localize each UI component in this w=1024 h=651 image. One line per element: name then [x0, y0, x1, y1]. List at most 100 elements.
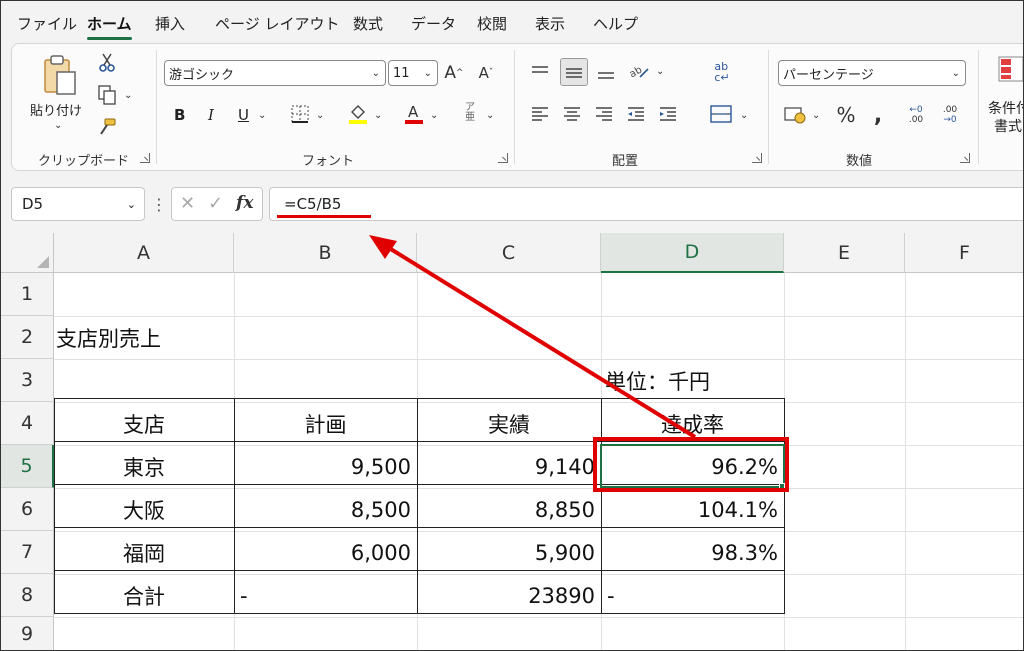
chevron-down-icon[interactable]: ⌄	[486, 110, 494, 121]
font-color-icon[interactable]: A	[402, 100, 426, 126]
table-cell[interactable]: 6,000	[234, 531, 417, 574]
select-all-corner[interactable]	[1, 233, 54, 273]
chevron-down-icon[interactable]: ⌄	[258, 110, 266, 121]
tab-data[interactable]: データ	[411, 13, 456, 34]
table-cell[interactable]: -	[234, 574, 417, 617]
grow-font-icon[interactable]: A ^	[442, 60, 466, 86]
row-header-2[interactable]: 2	[1, 316, 54, 359]
table-cell[interactable]: -	[601, 574, 784, 617]
table-cell[interactable]: 9,500	[234, 445, 417, 488]
increase-decimal-icon[interactable]: ←0.00	[902, 102, 930, 128]
column-header-d[interactable]: D	[601, 233, 784, 273]
cut-icon[interactable]	[96, 52, 118, 74]
row-header-5[interactable]: 5	[1, 445, 54, 488]
italic-button[interactable]: I	[208, 106, 214, 124]
font-name-select[interactable]: 游ゴシック ⌄	[164, 60, 386, 86]
tab-insert[interactable]: 挿入	[155, 13, 185, 34]
comma-style-icon[interactable]: ,	[868, 102, 888, 128]
insert-function-icon[interactable]: fx	[236, 193, 253, 213]
column-header-c[interactable]: C	[417, 233, 601, 273]
tab-review[interactable]: 校閲	[477, 13, 507, 34]
borders-icon[interactable]	[288, 102, 312, 126]
table-cell[interactable]: 9,140	[417, 445, 601, 488]
table-cell[interactable]: 23890	[417, 574, 601, 617]
worksheet-grid[interactable]: A B C D E F 1 2 3 4 5 6 7 8 9 支店別売上 単位：千…	[1, 233, 1023, 650]
align-center-icon[interactable]	[560, 102, 584, 126]
unit-label[interactable]: 単位：千円	[601, 359, 801, 402]
align-right-icon[interactable]	[592, 102, 616, 126]
more-options-icon[interactable]: ⋮	[151, 195, 167, 214]
enter-icon[interactable]: ✓	[208, 193, 223, 214]
underline-button[interactable]: U	[238, 106, 249, 124]
bold-button[interactable]: B	[174, 106, 185, 124]
font-size-select[interactable]: 11 ⌄	[388, 60, 438, 86]
number-format-select[interactable]: パーセンテージ ⌄	[778, 60, 966, 86]
row-header-7[interactable]: 7	[1, 531, 54, 574]
align-left-icon[interactable]	[528, 102, 552, 126]
decrease-indent-icon[interactable]	[624, 102, 648, 126]
conditional-formatting-label[interactable]: 条件付	[988, 98, 1023, 118]
decrease-decimal-icon[interactable]: .00 →0	[936, 102, 964, 128]
tab-view[interactable]: 表示	[535, 13, 565, 34]
row-header-9[interactable]: 9	[1, 617, 54, 650]
cancel-icon[interactable]: ✕	[180, 193, 195, 214]
clipboard-launcher-icon[interactable]	[140, 153, 150, 163]
number-launcher-icon[interactable]	[960, 153, 970, 163]
table-cell[interactable]: 合計	[54, 574, 234, 617]
chevron-down-icon[interactable]: ⌄	[656, 66, 664, 77]
tab-file[interactable]: ファイル	[17, 13, 77, 34]
column-header-b[interactable]: B	[234, 233, 417, 273]
fill-color-icon[interactable]	[346, 100, 370, 126]
row-header-1[interactable]: 1	[1, 273, 54, 316]
chevron-down-icon[interactable]: ⌄	[374, 110, 382, 121]
column-header-a[interactable]: A	[54, 233, 234, 273]
wrap-text-icon[interactable]: ab c↵	[708, 58, 736, 86]
table-cell[interactable]: 福岡	[54, 531, 234, 574]
percent-style-icon[interactable]: %	[834, 102, 858, 128]
sheet-title[interactable]: 支店別売上	[54, 316, 354, 359]
table-cell[interactable]: 104.1%	[601, 488, 784, 531]
table-header-actual[interactable]: 実績	[417, 402, 601, 445]
row-header-3[interactable]: 3	[1, 359, 54, 402]
tab-help[interactable]: ヘルプ	[593, 13, 638, 34]
name-box[interactable]: D5 ⌄	[11, 187, 145, 221]
conditional-formatting-label-2[interactable]: 書式	[994, 116, 1022, 136]
align-bottom-icon[interactable]	[594, 60, 618, 84]
table-cell[interactable]: 8,850	[417, 488, 601, 531]
chevron-down-icon[interactable]: ⌄	[740, 110, 748, 121]
table-header-plan[interactable]: 計画	[234, 402, 417, 445]
accounting-format-icon[interactable]	[782, 104, 808, 126]
row-header-4[interactable]: 4	[1, 402, 54, 445]
column-header-e[interactable]: E	[784, 233, 905, 273]
tab-formulas[interactable]: 数式	[353, 13, 383, 34]
chevron-down-icon[interactable]: ⌄	[812, 110, 820, 121]
formula-input[interactable]: =C5/B5	[269, 187, 1023, 221]
row-header-6[interactable]: 6	[1, 488, 54, 531]
column-header-f[interactable]: F	[905, 233, 1023, 273]
chevron-down-icon[interactable]: ⌄	[316, 110, 324, 121]
merge-center-icon[interactable]	[708, 102, 734, 126]
conditional-formatting-icon[interactable]	[996, 54, 1023, 84]
orientation-icon[interactable]: ab	[626, 60, 652, 84]
table-cell[interactable]: 5,900	[417, 531, 601, 574]
phonetic-guide-icon[interactable]: ア亜	[458, 100, 482, 126]
copy-icon[interactable]	[96, 84, 118, 106]
increase-indent-icon[interactable]	[656, 102, 680, 126]
row-header-8[interactable]: 8	[1, 574, 54, 617]
table-header-branch[interactable]: 支店	[54, 402, 234, 445]
table-cell[interactable]: 大阪	[54, 488, 234, 531]
tab-home[interactable]: ホーム	[87, 13, 132, 40]
table-cell[interactable]: 東京	[54, 445, 234, 488]
chevron-down-icon[interactable]: ⌄	[124, 90, 132, 101]
chevron-down-icon[interactable]: ⌄	[54, 120, 62, 131]
format-painter-icon[interactable]	[96, 116, 118, 138]
align-top-icon[interactable]	[528, 60, 552, 84]
tab-page-layout[interactable]: ページ レイアウト	[215, 13, 339, 34]
font-launcher-icon[interactable]	[498, 153, 508, 163]
paste-button-label[interactable]: 貼り付け	[30, 100, 82, 119]
shrink-font-icon[interactable]: Aˇ	[474, 60, 498, 86]
align-middle-icon[interactable]	[560, 58, 588, 86]
paste-icon[interactable]	[38, 54, 82, 98]
table-cell[interactable]: 8,500	[234, 488, 417, 531]
table-cell[interactable]: 98.3%	[601, 531, 784, 574]
